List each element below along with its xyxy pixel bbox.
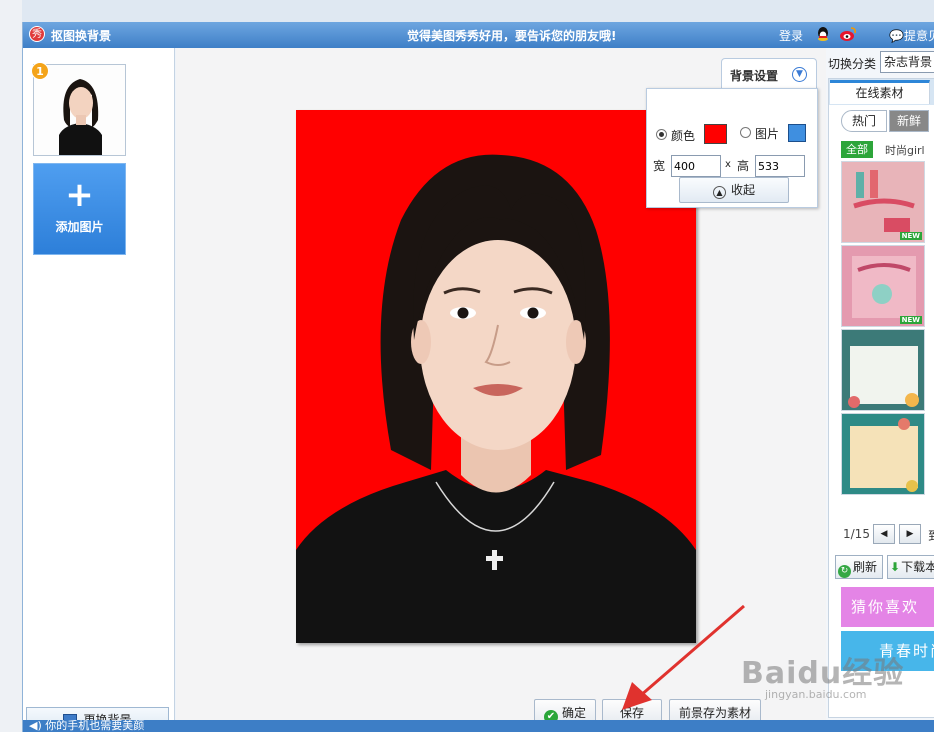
width-label: 宽 [653,159,666,173]
background-settings-popup: 颜色 图片 宽 x 高 ▲ 收起 [646,88,818,208]
material-box: 在线素材 热门 新鲜 全部 时尚girl NEW NEW 1/15 ◀ ▶ ↻ … [828,78,934,718]
add-image-label: 添加图片 [55,220,104,234]
material-thumb[interactable]: NEW [841,245,925,327]
category-label: 切换分类 [828,57,877,71]
slogan-text: 觉得美图秀秀好用，要告诉您的朋友哦! [407,29,617,43]
promo-banner-guess[interactable]: 猜你喜欢 [841,587,934,627]
refresh-label: 刷新 [853,560,878,574]
image-list-panel: 1 + 添加图片 更换背景 [23,48,175,732]
next-page-button[interactable]: ▶ [899,524,921,544]
portrait-photo[interactable] [296,110,696,643]
feedback-link[interactable]: 💬提意见 [889,27,934,44]
color-radio[interactable] [656,129,667,140]
tab-online-material[interactable]: 在线素材 [830,80,930,104]
baidu-watermark: Baidu经验 jingyan.baidu.com [741,648,905,701]
color-swatch[interactable] [704,124,727,144]
chevron-left-icon: ◀ [880,529,888,539]
refresh-icon: ↻ [838,565,851,578]
confirm-label: 确定 [561,706,586,720]
desktop-edge [0,0,22,732]
comment-icon: 💬 [889,29,904,43]
new-badge: NEW [899,316,922,324]
app-title: 抠图换背景 [51,29,112,43]
tab-fresh[interactable]: 新鲜 [889,110,929,132]
material-thumb[interactable] [841,413,925,495]
chevron-down-icon: ▼ [792,67,807,82]
download-label: 下载本 [901,560,934,574]
add-image-button[interactable]: + 添加图片 [33,163,126,255]
chevron-right-icon: ▶ [906,529,914,539]
app-window: 秀 抠图换背景 觉得美图秀秀好用，要告诉您的朋友哦! 登录 💬提意见 1 + 添… [22,22,934,732]
times-label: x [725,159,731,170]
watermark-main: Baidu经验 [741,656,905,691]
color-label: 颜色 [671,129,696,143]
image-thumbnail[interactable] [33,64,126,156]
tab-hot[interactable]: 热门 [841,110,887,132]
collapse-label: 收起 [730,183,755,197]
speaker-icon: ◀) [29,720,42,732]
material-preview [842,330,924,410]
picture-radio[interactable] [740,127,751,138]
status-bar: ◀) 你的手机也需要美颜 [23,720,934,732]
collapse-button[interactable]: ▲ 收起 [679,177,789,203]
page-indicator: 1/15 [843,527,870,541]
portrait-thumb-image [34,65,125,155]
app-logo: 秀 [29,26,45,42]
portrait-image [296,110,696,643]
width-input[interactable] [671,155,721,177]
category-select[interactable]: 杂志背景 [880,51,934,73]
canvas-area: 背景设置 ▼ 颜色 图片 宽 x 高 ▲收起 ✔确定 保存 前景存为素材 [176,48,826,727]
feedback-label: 提意见 [903,29,934,43]
new-badge: NEW [899,232,922,240]
watermark-url: jingyan.baidu.com [765,688,867,701]
thumb-index-badge: 1 [31,62,49,80]
material-thumb[interactable] [841,329,925,411]
annotation-arrow [622,604,745,710]
download-button[interactable]: ⬇下载本 [887,555,934,579]
qq-icon[interactable] [815,26,831,44]
background-settings-label: 背景设置 [730,69,779,83]
status-text[interactable]: 你的手机也需要美颜 [45,720,144,732]
filter-trend[interactable]: 时尚girl [885,142,925,158]
material-preview [842,162,924,242]
goto-label: 到 [928,527,934,544]
prev-page-button[interactable]: ◀ [873,524,895,544]
material-panel: 切换分类 杂志背景 在线素材 热门 新鲜 全部 时尚girl NEW NEW 1… [826,48,934,720]
height-input[interactable] [755,155,805,177]
weibo-icon[interactable] [839,26,857,42]
refresh-button[interactable]: ↻ 刷新 [835,555,883,579]
title-bar: 秀 抠图换背景 觉得美图秀秀好用，要告诉您的朋友哦! 登录 💬提意见 [23,22,934,48]
picture-label: 图片 [755,127,780,141]
background-settings-tab[interactable]: 背景设置 ▼ [721,58,817,90]
login-link[interactable]: 登录 [779,27,803,44]
material-preview [842,414,924,494]
download-icon: ⬇ [890,560,901,574]
filter-all[interactable]: 全部 [841,141,873,158]
material-preview [842,246,924,326]
material-thumb[interactable]: NEW [841,161,925,243]
chevron-up-icon: ▲ [712,186,726,199]
picture-picker-icon[interactable] [788,124,806,142]
plus-icon: + [65,175,94,215]
height-label: 高 [737,159,750,173]
